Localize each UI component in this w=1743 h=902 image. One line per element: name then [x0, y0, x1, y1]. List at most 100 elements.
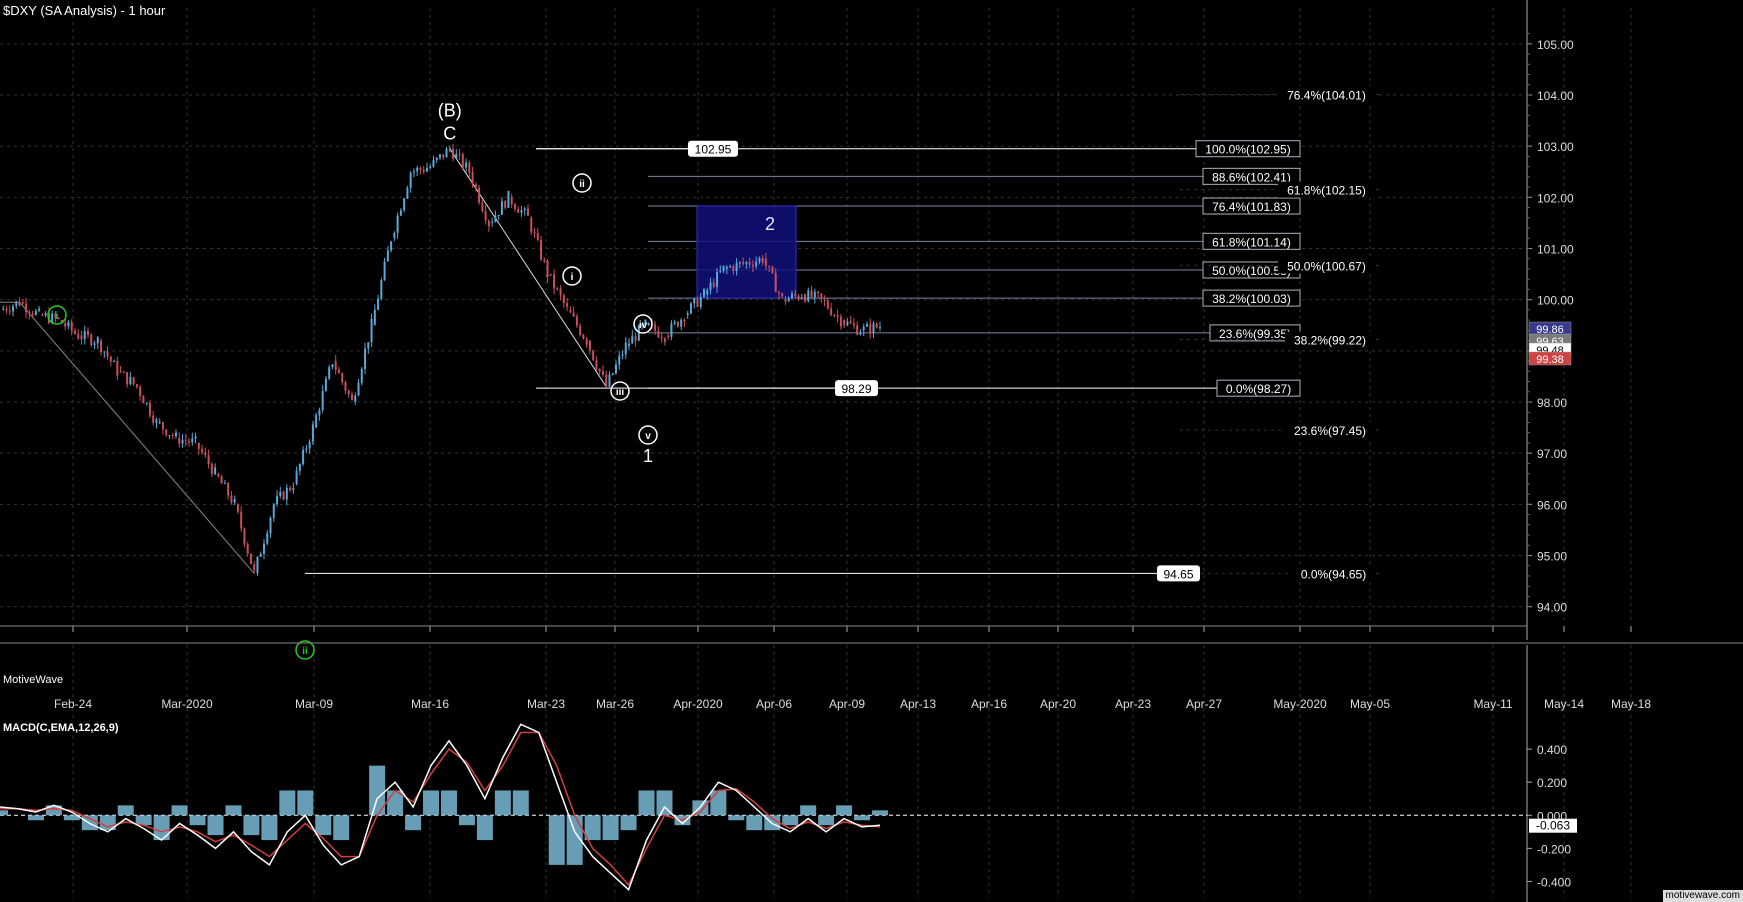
macd-histogram-bar [728, 815, 745, 821]
candle-body [341, 373, 344, 382]
candle-body [820, 293, 823, 298]
candle-body [826, 300, 829, 309]
candle-body [500, 201, 503, 215]
wave-label-2: 2 [765, 214, 775, 234]
candle-body [412, 171, 415, 173]
macd-histogram-bar [315, 815, 332, 836]
fib-outer-label: 38.2%(99.22) [1294, 334, 1366, 348]
fib-outer-label: 23.6%(97.45) [1294, 424, 1366, 438]
candle-body [161, 422, 164, 430]
candle-body [318, 409, 321, 416]
candle-body [680, 319, 683, 327]
candle-body [452, 148, 455, 159]
candle-body [712, 282, 715, 287]
macd-histogram-bar [207, 815, 224, 836]
candle-body [191, 438, 194, 443]
candle-body [204, 452, 207, 456]
candle-body [357, 382, 360, 396]
candle-body [230, 495, 233, 503]
site-footer[interactable]: motivewave.com [1662, 890, 1743, 902]
candle-body [800, 297, 803, 299]
candle-body [282, 491, 285, 500]
fib-inner-label: 23.6%(99.35) [1219, 327, 1291, 341]
candle-body [331, 364, 334, 368]
candle-body [781, 293, 784, 297]
candle-body [429, 166, 432, 168]
price-tick-label: 95.00 [1537, 549, 1567, 563]
time-tick-label: Apr-2020 [673, 697, 723, 711]
macd-histogram-bar [243, 815, 260, 836]
candle-body [807, 290, 810, 302]
candle-body [849, 321, 852, 324]
wave-line [19, 301, 255, 574]
candle-body [419, 167, 422, 170]
candle-body [233, 499, 236, 503]
time-tick-label: Apr-23 [1115, 697, 1151, 711]
time-tick-label: Apr-09 [829, 697, 865, 711]
macd-histogram-bar [782, 815, 799, 826]
wave-label-1: 1 [643, 446, 653, 466]
macd-histogram-bar [746, 815, 763, 831]
time-tick-label: May-2020 [1273, 697, 1327, 711]
candle-body [380, 280, 383, 299]
candle-body [403, 198, 406, 211]
candle-body [15, 301, 18, 306]
candle-body [689, 303, 692, 314]
candle-body [106, 351, 109, 357]
macd-histogram-bar [423, 790, 440, 816]
candle-body [471, 171, 474, 185]
candle-body [487, 220, 490, 227]
price-box-label: 94.65 [1163, 567, 1193, 581]
candle-body [188, 440, 191, 443]
candle-body [865, 324, 868, 327]
candle-body [745, 262, 748, 264]
candle-body [448, 148, 451, 150]
candle-body [585, 338, 588, 345]
candle-body [77, 333, 80, 339]
macd-histogram-bar [620, 815, 637, 831]
candle-body [445, 148, 448, 158]
current-price-label: 99.38 [1536, 354, 1564, 366]
candle-body [249, 553, 252, 565]
candle-body [592, 350, 595, 361]
time-tick-label: Mar-2020 [161, 697, 213, 711]
candle-body [507, 190, 510, 208]
candle-body [777, 292, 780, 294]
candle-body [279, 491, 282, 496]
candle-body [787, 298, 790, 302]
candle-body [846, 321, 849, 326]
candle-body [536, 233, 539, 240]
candle-body [784, 299, 787, 302]
wave-label-v: v [645, 431, 651, 442]
candle-body [178, 437, 181, 444]
candle-body [360, 368, 363, 383]
price-box-label: 102.95 [695, 143, 732, 157]
candle-body [253, 564, 256, 571]
candle-body [562, 295, 565, 304]
candle-body [435, 157, 438, 161]
macd-histogram-bar [602, 815, 619, 841]
fib-inner-label: 0.0%(98.27) [1226, 382, 1291, 396]
macd-tick-label: 0.200 [1537, 776, 1567, 790]
time-tick-label: Apr-13 [900, 697, 936, 711]
candle-body [872, 323, 875, 334]
candle-body [210, 464, 213, 475]
candle-body [269, 517, 272, 534]
wave-label-iv: iv [639, 320, 648, 331]
candle-body [608, 374, 611, 387]
time-tick-label: Apr-06 [756, 697, 792, 711]
candle-body [588, 340, 591, 351]
price-chart[interactable]: 100.0%(102.95)88.6%(102.41)76.4%(101.83)… [0, 0, 1743, 902]
fib-outer-label: 0.0%(94.65) [1301, 567, 1366, 581]
price-tick-label: 105.00 [1537, 38, 1574, 52]
candle-body [624, 342, 627, 355]
candle-body [184, 439, 187, 441]
macd-histogram-bar [854, 815, 871, 821]
candle-body [618, 355, 621, 365]
macd-histogram-bar [584, 815, 601, 841]
candle-body [605, 374, 608, 387]
candle-body [354, 395, 357, 402]
time-tick-label: Mar-26 [596, 697, 634, 711]
grid-layer [0, 8, 1632, 898]
candle-body [243, 528, 246, 545]
